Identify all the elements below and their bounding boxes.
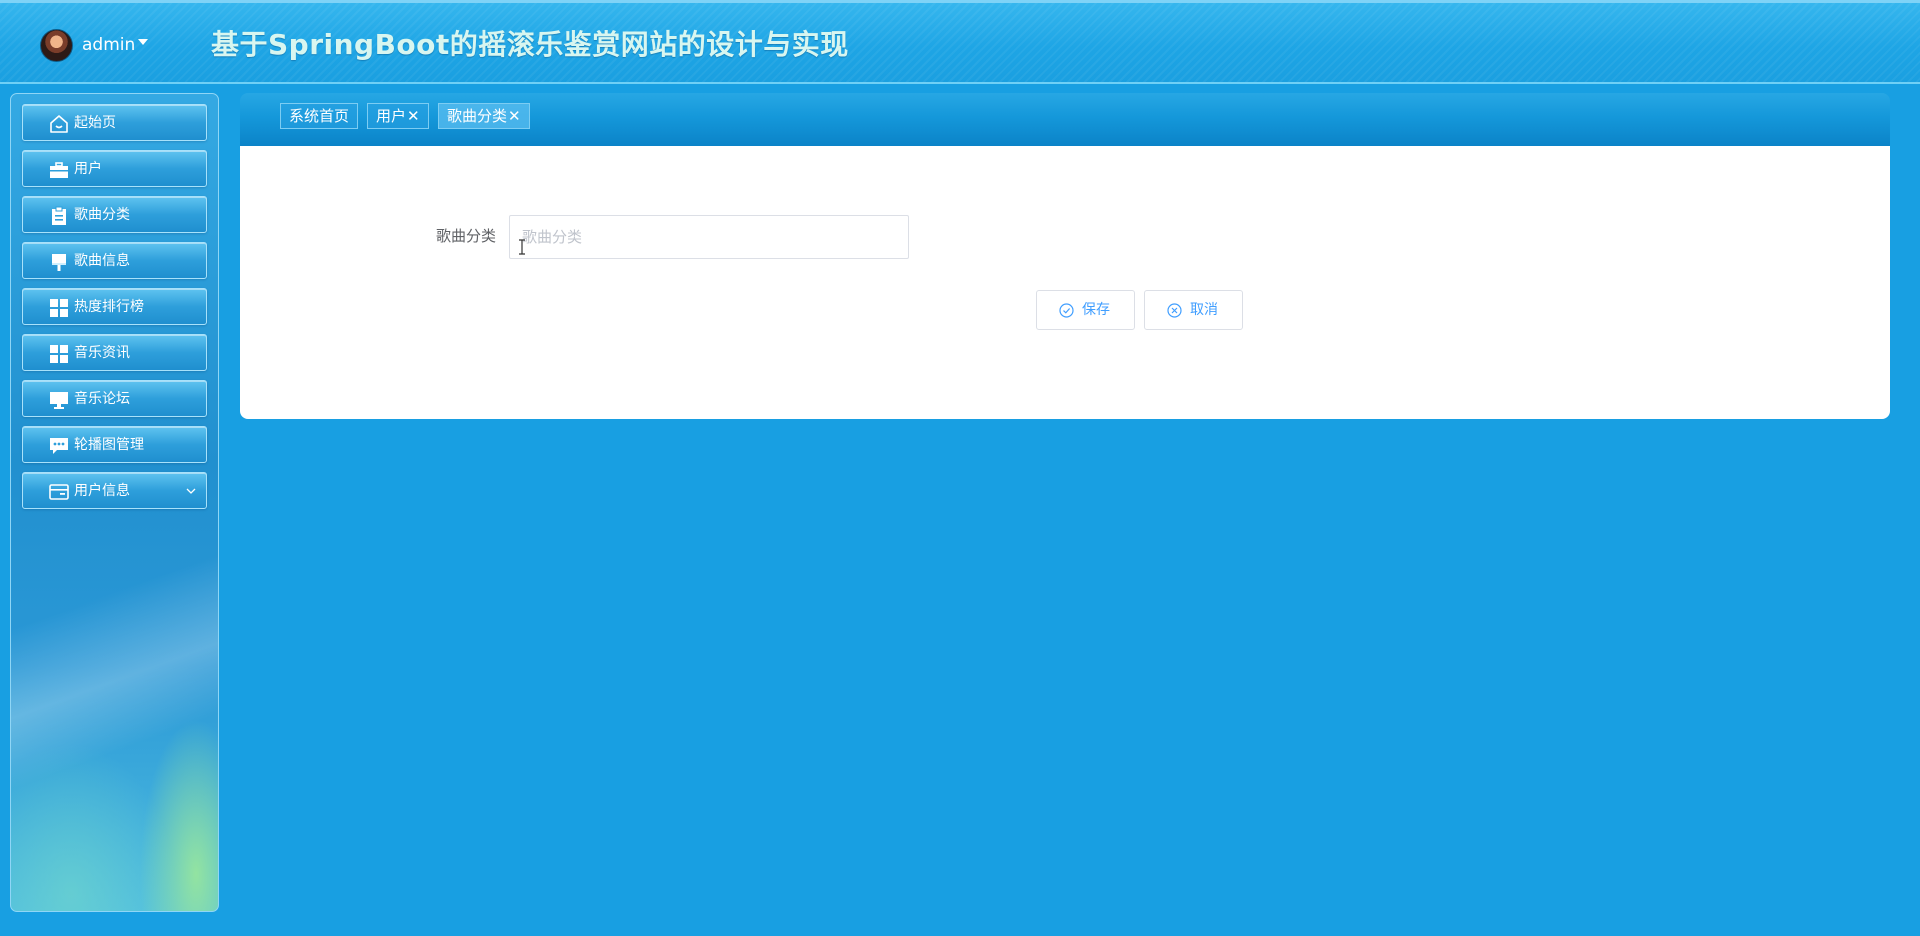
grid-icon <box>50 345 68 363</box>
monitor-icon <box>50 392 68 409</box>
sidebar-item-user-info[interactable]: 用户信息 <box>22 472 207 509</box>
sidebar-item-label: 音乐论坛 <box>74 391 130 407</box>
avatar[interactable] <box>40 29 73 62</box>
cancel-button-label: 取消 <box>1190 302 1218 318</box>
sidebar: 起始页 用户 歌曲分类 歌曲信息 热度排行榜 音乐资讯 音乐论坛 轮播图管理 用… <box>10 93 219 912</box>
top-header: admin 基于SpringBoot的摇滚乐鉴赏网站的设计与实现 <box>0 0 1920 84</box>
caret-down-icon[interactable] <box>138 39 148 45</box>
sidebar-item-song-info[interactable]: 歌曲信息 <box>22 242 207 279</box>
sidebar-item-users[interactable]: 用户 <box>22 150 207 187</box>
tab-label: 歌曲分类 <box>447 107 508 125</box>
home-icon <box>50 115 68 133</box>
sidebar-item-music-news[interactable]: 音乐资讯 <box>22 334 207 371</box>
save-button-label: 保存 <box>1082 302 1110 318</box>
tab-users[interactable]: 用户✕ <box>367 103 429 129</box>
briefcase-icon <box>50 162 68 178</box>
close-icon[interactable]: ✕ <box>508 107 521 125</box>
check-circle-icon <box>1059 303 1074 318</box>
song-category-input[interactable] <box>509 215 909 259</box>
sidebar-item-label: 热度排行榜 <box>74 299 144 315</box>
site-title: 基于SpringBoot的摇滚乐鉴赏网站的设计与实现 <box>211 28 849 61</box>
grid-icon <box>50 299 68 317</box>
tab-song-category[interactable]: 歌曲分类✕ <box>438 103 530 129</box>
sidebar-item-label: 音乐资讯 <box>74 345 130 361</box>
tab-label: 用户 <box>376 107 407 125</box>
card-icon <box>49 484 69 500</box>
sidebar-item-label: 歌曲信息 <box>74 253 130 269</box>
clipboard-icon <box>52 206 66 225</box>
song-category-label: 歌曲分类 <box>436 227 497 245</box>
username-label[interactable]: admin <box>82 34 135 56</box>
sidebar-item-song-category[interactable]: 歌曲分类 <box>22 196 207 233</box>
close-icon[interactable]: ✕ <box>407 107 420 125</box>
sidebar-item-label: 用户 <box>74 161 102 177</box>
sidebar-item-home[interactable]: 起始页 <box>22 104 207 141</box>
sidebar-item-label: 用户信息 <box>74 483 130 499</box>
sidebar-item-music-forum[interactable]: 音乐论坛 <box>22 380 207 417</box>
tab-label: 系统首页 <box>289 107 350 125</box>
tab-home[interactable]: 系统首页 <box>280 103 359 129</box>
sidebar-item-carousel[interactable]: 轮播图管理 <box>22 426 207 463</box>
chat-icon <box>50 438 68 454</box>
cancel-button[interactable]: 取消 <box>1144 290 1243 330</box>
text-cursor-icon <box>519 239 525 255</box>
sidebar-item-label: 歌曲分类 <box>74 207 130 223</box>
sidebar-item-label: 起始页 <box>74 115 116 131</box>
save-button[interactable]: 保存 <box>1036 290 1135 330</box>
sidebar-item-label: 轮播图管理 <box>74 437 144 453</box>
form-panel: 歌曲分类 保存 取消 <box>240 146 1890 419</box>
close-circle-icon <box>1167 303 1182 318</box>
chevron-down-icon[interactable] <box>185 485 197 497</box>
brush-icon <box>52 254 66 271</box>
app-root: admin 基于SpringBoot的摇滚乐鉴赏网站的设计与实现 起始页 用户 <box>0 0 1920 936</box>
sidebar-item-hot-ranking[interactable]: 热度排行榜 <box>22 288 207 325</box>
tab-bar: 系统首页 用户✕ 歌曲分类✕ <box>240 93 1890 146</box>
